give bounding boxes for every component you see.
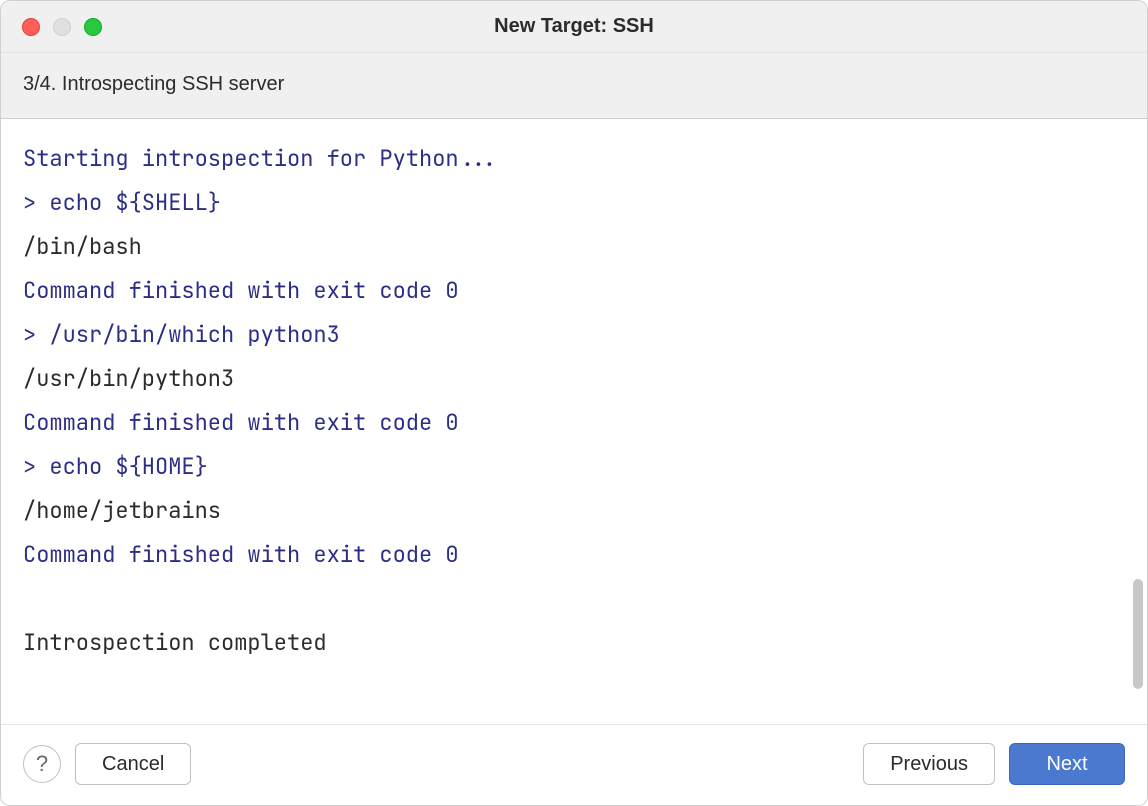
console-line: > echo ${HOME} <box>23 445 1125 489</box>
scrollbar-track[interactable] <box>1131 129 1145 714</box>
titlebar: New Target: SSH <box>1 1 1147 53</box>
scrollbar-thumb[interactable] <box>1133 579 1143 689</box>
console-line: /bin/bash <box>23 225 1125 269</box>
console-line: > echo ${SHELL} <box>23 181 1125 225</box>
cancel-button[interactable]: Cancel <box>75 743 191 785</box>
console-line: Starting introspection for Python... <box>23 137 1125 181</box>
window-title: New Target: SSH <box>21 15 1127 38</box>
console-line: Introspection completed <box>23 621 1125 665</box>
console-line: Command finished with exit code 0 <box>23 533 1125 577</box>
console-line: /home/jetbrains <box>23 489 1125 533</box>
traffic-lights <box>22 18 102 36</box>
console-line: Command finished with exit code 0 <box>23 269 1125 313</box>
footer: ? Cancel Previous Next <box>1 724 1147 805</box>
console-line: > /usr/bin/which python3 <box>23 313 1125 357</box>
previous-label: Previous <box>890 753 968 776</box>
console-line: Command finished with exit code 0 <box>23 401 1125 445</box>
close-icon[interactable] <box>22 18 40 36</box>
help-icon: ? <box>36 751 48 777</box>
minimize-icon <box>53 18 71 36</box>
help-button[interactable]: ? <box>23 745 61 783</box>
next-label: Next <box>1046 753 1087 776</box>
console-line <box>23 577 1125 621</box>
dialog-window: New Target: SSH 3/4. Introspecting SSH s… <box>0 0 1148 806</box>
console-output[interactable]: Starting introspection for Python...> ec… <box>1 119 1147 724</box>
content-area: Starting introspection for Python...> ec… <box>1 119 1147 724</box>
next-button[interactable]: Next <box>1009 743 1125 785</box>
maximize-icon[interactable] <box>84 18 102 36</box>
cancel-label: Cancel <box>102 753 164 776</box>
console-line: /usr/bin/python3 <box>23 357 1125 401</box>
step-header: 3/4. Introspecting SSH server <box>1 53 1147 119</box>
previous-button[interactable]: Previous <box>863 743 995 785</box>
